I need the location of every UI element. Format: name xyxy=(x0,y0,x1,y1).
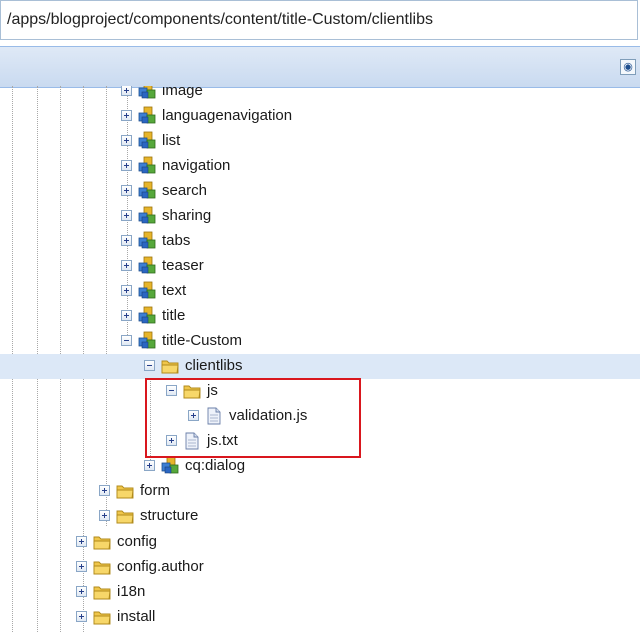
component-icon xyxy=(137,306,157,326)
folder-icon xyxy=(160,356,180,376)
collapse-icon[interactable] xyxy=(144,360,155,371)
tree-node-form[interactable]: form xyxy=(0,479,640,504)
tree-node-label: title xyxy=(162,307,186,324)
folder-icon xyxy=(115,506,135,526)
component-icon xyxy=(137,86,157,101)
tree-node-label: clientlibs xyxy=(185,357,243,374)
tree-toolbar: ◉ xyxy=(0,46,640,88)
expand-icon[interactable] xyxy=(99,510,110,521)
collapse-icon[interactable] xyxy=(121,335,132,346)
expand-icon[interactable] xyxy=(76,561,87,572)
tree-node-search[interactable]: search xyxy=(0,179,640,204)
path-text: /apps/blogproject/components/content/tit… xyxy=(7,11,433,28)
folder-icon xyxy=(92,582,112,602)
component-icon xyxy=(137,156,157,176)
expand-icon[interactable] xyxy=(121,110,132,121)
expand-icon[interactable] xyxy=(144,460,155,471)
tree-node-label: config xyxy=(117,533,158,550)
expand-icon[interactable] xyxy=(121,235,132,246)
tree-node-label: structure xyxy=(140,507,199,524)
tree-node-config-author[interactable]: config.author xyxy=(0,555,640,580)
tree-node-label: languagenavigation xyxy=(162,107,293,124)
tree-node-label: sharing xyxy=(162,207,212,224)
tree-node-structure[interactable]: structure xyxy=(0,504,640,529)
folder-icon xyxy=(92,607,112,627)
path-bar[interactable]: /apps/blogproject/components/content/tit… xyxy=(0,0,638,40)
component-icon xyxy=(137,206,157,226)
tree-node-label: cq:dialog xyxy=(185,457,246,474)
folder-icon xyxy=(92,557,112,577)
component-icon xyxy=(137,181,157,201)
expand-icon[interactable] xyxy=(76,536,87,547)
expand-icon[interactable] xyxy=(121,310,132,321)
component-icon xyxy=(137,106,157,126)
tree-node-teaser[interactable]: teaser xyxy=(0,254,640,279)
tree-node-list[interactable]: list xyxy=(0,129,640,154)
expand-icon[interactable] xyxy=(99,485,110,496)
tree-node-clientlibs[interactable]: clientlibs xyxy=(0,354,640,379)
binoculars-icon[interactable]: ◉ xyxy=(620,59,636,75)
tree-node-label: tabs xyxy=(162,232,191,249)
tree-node-label: list xyxy=(162,132,181,149)
tree-node-sharing[interactable]: sharing xyxy=(0,204,640,229)
expand-icon[interactable] xyxy=(121,86,132,96)
component-icon xyxy=(137,331,157,351)
component-icon xyxy=(137,256,157,276)
tree-node-label: config.author xyxy=(117,558,204,575)
folder-icon xyxy=(92,532,112,552)
expand-icon[interactable] xyxy=(121,160,132,171)
expand-icon[interactable] xyxy=(76,586,87,597)
expand-icon[interactable] xyxy=(121,285,132,296)
tree-node-i18n[interactable]: i18n xyxy=(0,580,640,605)
tree-node-label: teaser xyxy=(162,257,204,274)
tree-node-config[interactable]: config xyxy=(0,530,640,555)
tree-node-navigation[interactable]: navigation xyxy=(0,154,640,179)
expand-icon[interactable] xyxy=(121,260,132,271)
tree-node-text[interactable]: text xyxy=(0,279,640,304)
tree-node-label: image xyxy=(162,86,203,99)
tree-node-label: install xyxy=(117,608,156,625)
tree-node-label: i18n xyxy=(117,583,146,600)
tree-node-label: form xyxy=(140,482,170,499)
tree-node-title-custom[interactable]: title-Custom xyxy=(0,329,640,354)
tree-node-image[interactable]: image xyxy=(0,86,640,104)
component-icon xyxy=(137,281,157,301)
component-icon xyxy=(137,231,157,251)
tree-node-label: navigation xyxy=(162,157,231,174)
repository-tree: image languagenavigation list navigation… xyxy=(0,86,640,632)
tree-node-label: search xyxy=(162,182,208,199)
expand-icon[interactable] xyxy=(121,210,132,221)
component-icon xyxy=(137,131,157,151)
expand-icon[interactable] xyxy=(121,185,132,196)
expand-icon[interactable] xyxy=(121,135,132,146)
tree-node-title[interactable]: title xyxy=(0,304,640,329)
expand-icon[interactable] xyxy=(76,611,87,622)
folder-icon xyxy=(115,481,135,501)
component-icon xyxy=(160,456,180,476)
tree-node-label: text xyxy=(162,282,187,299)
tree-node-install[interactable]: install xyxy=(0,605,640,630)
tree-node-tabs[interactable]: tabs xyxy=(0,229,640,254)
highlight-box xyxy=(145,378,361,458)
tree-node-languagenavigation[interactable]: languagenavigation xyxy=(0,104,640,129)
tree-node-label: title-Custom xyxy=(162,332,243,349)
